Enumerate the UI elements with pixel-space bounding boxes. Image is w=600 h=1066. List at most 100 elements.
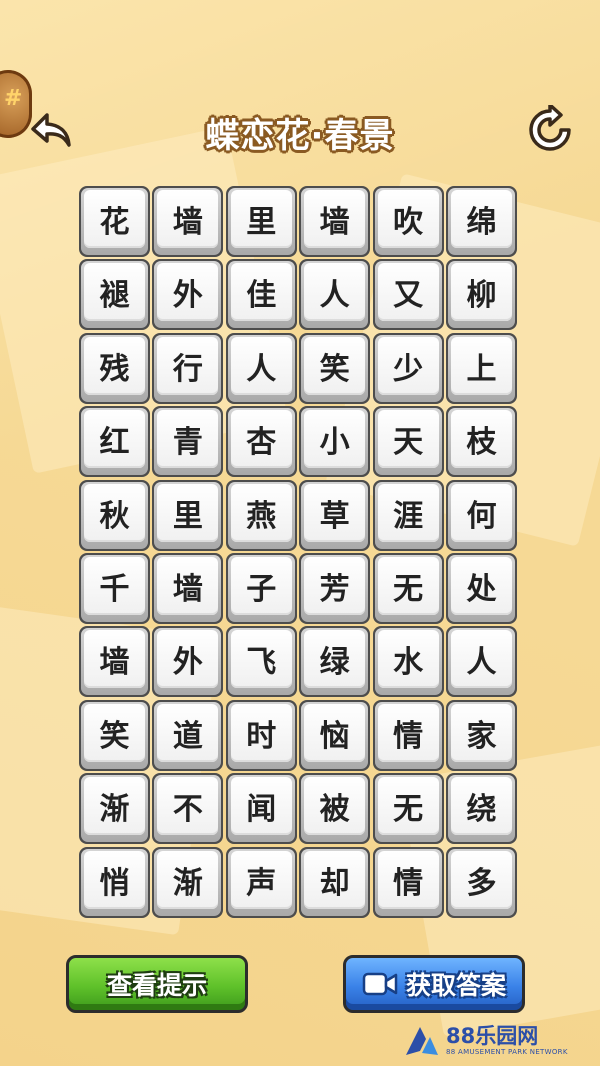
tile-character: 何 — [466, 498, 497, 534]
character-tile[interactable]: 里 — [225, 186, 297, 257]
view-hint-button[interactable]: 查看提示 — [66, 955, 248, 1013]
character-tile[interactable]: 柳 — [445, 259, 517, 331]
character-tile[interactable]: 悄 — [79, 846, 150, 918]
tile-face: 道 — [157, 703, 219, 762]
character-tile[interactable]: 何 — [445, 479, 517, 551]
character-tile[interactable]: 渐 — [152, 846, 224, 918]
tile-character: 墙 — [99, 645, 130, 681]
character-tile[interactable]: 上 — [445, 332, 517, 404]
character-tile[interactable]: 笑 — [79, 699, 150, 771]
character-tile[interactable]: 又 — [372, 259, 444, 331]
tile-face: 吹 — [377, 190, 439, 248]
character-tile[interactable]: 墙 — [152, 186, 224, 257]
character-tile[interactable]: 多 — [445, 846, 517, 918]
character-tile[interactable]: 燕 — [225, 479, 297, 551]
character-tile[interactable]: 枝 — [445, 406, 517, 478]
character-tile[interactable]: 声 — [225, 846, 297, 918]
character-tile[interactable]: 涯 — [372, 479, 444, 551]
get-answer-label: 获取答案 — [405, 971, 506, 1000]
tile-character: 情 — [393, 865, 424, 901]
tile-character: 绿 — [319, 645, 350, 681]
character-tile[interactable]: 秋 — [79, 479, 150, 551]
tile-character: 笑 — [99, 718, 130, 754]
tile-character: 秋 — [99, 498, 130, 534]
tile-face: 飞 — [230, 630, 292, 689]
tile-character: 里 — [172, 498, 203, 534]
tile-face: 处 — [450, 556, 512, 615]
character-tile[interactable]: 红 — [79, 406, 150, 478]
tile-face: 里 — [157, 483, 219, 542]
tile-face: 残 — [84, 336, 145, 395]
character-tile[interactable]: 水 — [372, 626, 444, 698]
watermark-title: 88乐园网 — [446, 1024, 539, 1048]
character-tile[interactable]: 恼 — [299, 699, 371, 771]
character-tile[interactable]: 褪 — [79, 259, 150, 331]
tile-face: 枝 — [450, 410, 512, 469]
tile-character: 处 — [466, 571, 497, 607]
character-tile[interactable]: 却 — [299, 846, 371, 918]
tile-face: 时 — [230, 703, 292, 762]
character-tile[interactable]: 无 — [372, 773, 444, 845]
character-tile[interactable]: 子 — [225, 552, 297, 624]
tile-face: 何 — [450, 483, 512, 542]
character-tile[interactable]: 墙 — [299, 186, 371, 257]
character-tile[interactable]: 外 — [152, 626, 224, 698]
tile-character: 水 — [393, 645, 424, 681]
tile-face: 柳 — [450, 263, 512, 322]
tile-character: 人 — [319, 278, 350, 314]
character-tile[interactable]: 芳 — [299, 552, 371, 624]
tile-face: 人 — [450, 630, 512, 689]
character-tile[interactable]: 笑 — [299, 332, 371, 404]
character-tile[interactable]: 时 — [225, 699, 297, 771]
character-tile[interactable]: 闻 — [225, 773, 297, 845]
tile-face: 千 — [84, 556, 145, 615]
character-tile[interactable]: 绕 — [445, 773, 517, 845]
character-tile[interactable]: 飞 — [225, 626, 297, 698]
tile-face: 红 — [84, 410, 145, 469]
tile-face: 秋 — [84, 483, 145, 542]
character-tile[interactable]: 人 — [225, 332, 297, 404]
tile-character: 里 — [246, 205, 277, 240]
character-tile[interactable]: 残 — [79, 332, 150, 404]
character-tile[interactable]: 人 — [299, 259, 371, 331]
character-tile[interactable]: 道 — [152, 699, 224, 771]
character-tile[interactable]: 处 — [445, 552, 517, 624]
character-tile[interactable]: 花 — [79, 186, 150, 257]
tile-character: 墙 — [319, 205, 350, 240]
tile-face: 绵 — [450, 190, 512, 248]
character-tile[interactable]: 家 — [445, 699, 517, 771]
character-tile[interactable]: 情 — [372, 699, 444, 771]
tile-face: 墙 — [304, 190, 366, 248]
character-tile[interactable]: 小 — [299, 406, 371, 478]
character-tile[interactable]: 渐 — [79, 773, 150, 845]
character-tile[interactable]: 绿 — [299, 626, 371, 698]
tile-face: 外 — [157, 630, 219, 689]
character-tile[interactable]: 墙 — [79, 626, 150, 698]
tile-character: 少 — [393, 351, 424, 387]
tile-character: 人 — [466, 645, 497, 681]
character-tile[interactable]: 行 — [152, 332, 224, 404]
get-answer-button[interactable]: 获取答案 — [343, 955, 525, 1013]
character-tile[interactable]: 少 — [372, 332, 444, 404]
character-tile[interactable]: 天 — [372, 406, 444, 478]
character-tile[interactable]: 不 — [152, 773, 224, 845]
character-tile[interactable]: 墙 — [152, 552, 224, 624]
character-tile[interactable]: 被 — [299, 773, 371, 845]
character-tile[interactable]: 绵 — [445, 186, 517, 257]
character-tile[interactable]: 佳 — [225, 259, 297, 331]
character-tile[interactable]: 情 — [372, 846, 444, 918]
character-tile[interactable]: 千 — [79, 552, 150, 624]
character-tile[interactable]: 青 — [152, 406, 224, 478]
tile-character: 墙 — [172, 571, 203, 607]
character-tile[interactable]: 里 — [152, 479, 224, 551]
video-camera-icon — [362, 971, 398, 997]
character-tile[interactable]: 吹 — [372, 186, 444, 257]
character-tile[interactable]: 人 — [445, 626, 517, 698]
character-tile[interactable]: 外 — [152, 259, 224, 331]
tile-character: 时 — [246, 718, 277, 754]
character-tile[interactable]: 草 — [299, 479, 371, 551]
tile-face: 无 — [377, 777, 439, 836]
tile-face: 却 — [304, 850, 366, 909]
character-tile[interactable]: 杏 — [225, 406, 297, 478]
character-tile[interactable]: 无 — [372, 552, 444, 624]
